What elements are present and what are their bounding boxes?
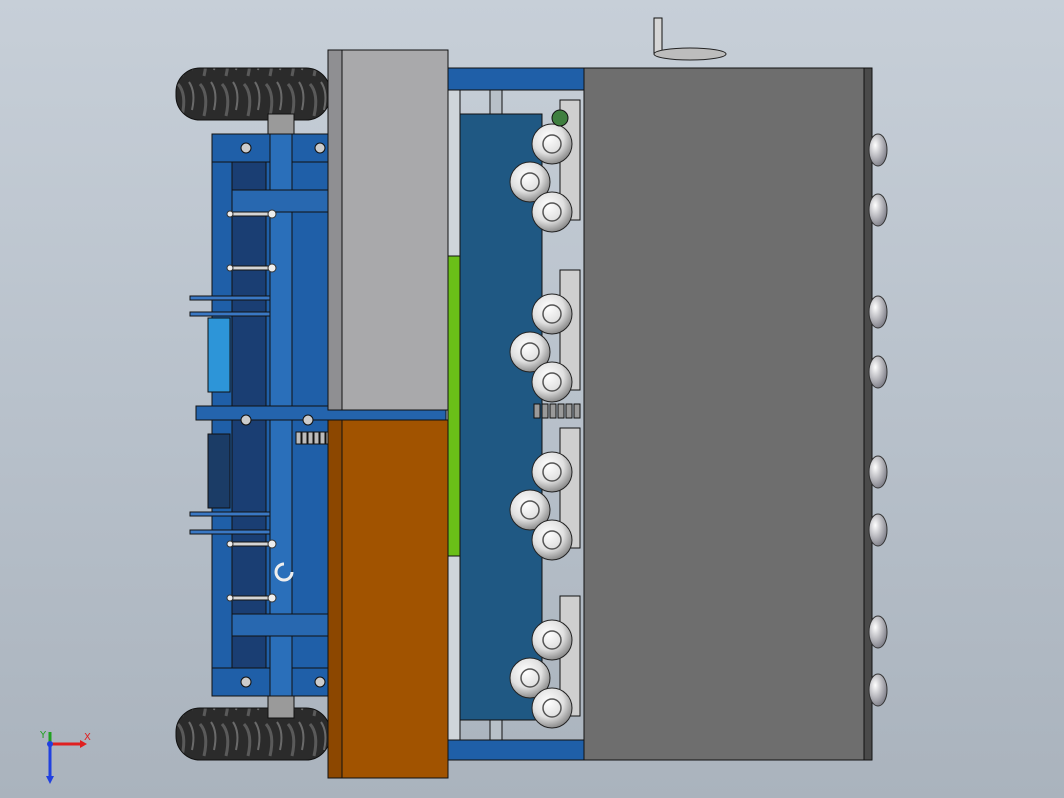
- tire-top: [175, 67, 331, 121]
- machine-top-view[interactable]: [0, 0, 1064, 798]
- pin-head-1: [226, 264, 234, 272]
- pin-nut-0: [267, 209, 277, 219]
- side-bump-2: [868, 295, 888, 329]
- sprocket-link-2: [549, 403, 557, 419]
- axle-hub-top: [267, 113, 295, 137]
- frame-bolt-3: [314, 676, 326, 688]
- axle-hub-bottom: [267, 695, 295, 719]
- side-panel-light: [207, 317, 231, 393]
- triad-z-arrow: [46, 776, 54, 784]
- frame-cross-upper: [231, 189, 329, 213]
- frame-bolt-1: [314, 142, 326, 154]
- chain-link-left-1: [301, 431, 308, 445]
- roller-disc-2: [531, 191, 573, 233]
- roller-disc-0: [531, 123, 573, 165]
- side-bump-7: [868, 673, 888, 707]
- chain-link-left-0: [295, 431, 302, 445]
- tension-pin-0: [227, 211, 273, 217]
- sprocket-link-1: [541, 403, 549, 419]
- hopper-gray: [327, 49, 449, 411]
- side-bump-3: [868, 355, 888, 389]
- pin-nut-3: [267, 593, 277, 603]
- hopper-gray-edge: [327, 49, 343, 411]
- tension-pin-1: [227, 265, 273, 271]
- side-bar-1: [189, 311, 271, 317]
- blade-plate: [459, 113, 543, 721]
- roller-disc-11: [531, 687, 573, 729]
- motor-cap: [551, 109, 569, 127]
- side-bar-0: [189, 295, 271, 301]
- pin-nut-1: [267, 263, 277, 273]
- frame-top-beam: [447, 67, 585, 91]
- roller-disc-8: [531, 519, 573, 561]
- handwheel-rim: [653, 47, 727, 61]
- frame-bolt-4: [240, 414, 252, 426]
- sprocket-link-0: [533, 403, 541, 419]
- chain-link-left-2: [307, 431, 314, 445]
- cad-viewport[interactable]: X Y: [0, 0, 1064, 798]
- chain-link-left-3: [313, 431, 320, 445]
- roller-disc-3: [531, 293, 573, 335]
- frame-bolt-5: [302, 414, 314, 426]
- tension-pin-2: [227, 541, 273, 547]
- hopper-orange: [327, 419, 449, 779]
- sprocket-link-3: [557, 403, 565, 419]
- triad-y-label: Y: [39, 730, 47, 741]
- frame-cross-lower: [231, 613, 329, 637]
- frame-bolt-0: [240, 142, 252, 154]
- pin-nut-2: [267, 539, 277, 549]
- cover-housing: [583, 67, 869, 761]
- handwheel-shaft: [653, 17, 663, 55]
- side-panel-dark: [207, 433, 231, 509]
- frame-bolt-2: [240, 676, 252, 688]
- tension-pin-3: [227, 595, 273, 601]
- side-bump-6: [868, 615, 888, 649]
- side-bump-4: [868, 455, 888, 489]
- roller-disc-6: [531, 451, 573, 493]
- side-bar-2: [189, 511, 271, 517]
- roller-disc-5: [531, 361, 573, 403]
- side-bump-0: [868, 133, 888, 167]
- hopper-orange-edge: [327, 419, 343, 779]
- pin-head-2: [226, 540, 234, 548]
- side-bar-3: [189, 529, 271, 535]
- sprocket-link-4: [565, 403, 573, 419]
- triad-x-label: X: [84, 732, 91, 743]
- roller-disc-9: [531, 619, 573, 661]
- side-bump-5: [868, 513, 888, 547]
- chain-link-left-4: [319, 431, 326, 445]
- side-bump-1: [868, 193, 888, 227]
- tire-bottom: [175, 707, 331, 761]
- cover-right-edge: [863, 67, 873, 761]
- triad-origin: [47, 741, 53, 747]
- pin-head-3: [226, 594, 234, 602]
- sprocket-link-5: [573, 403, 581, 419]
- pin-head-0: [226, 210, 234, 218]
- coordinate-triad: X Y: [39, 730, 91, 784]
- frame-bottom-beam: [447, 739, 585, 761]
